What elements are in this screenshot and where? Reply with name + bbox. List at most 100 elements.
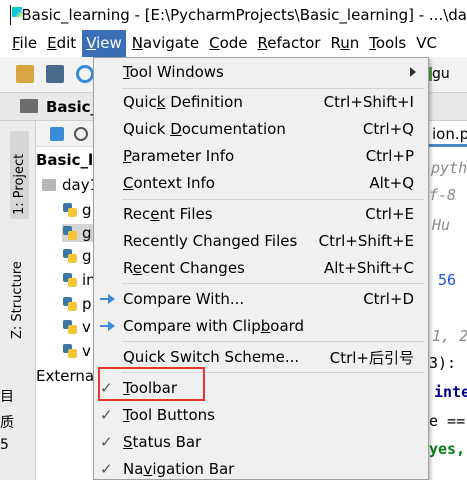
highlight-annotation-box bbox=[98, 367, 205, 401]
tree-file-label: g bbox=[82, 201, 92, 219]
menu-run[interactable]: Run bbox=[326, 30, 363, 57]
menu-label: dit bbox=[56, 34, 77, 52]
menu-item-context-info[interactable]: Context Info Alt+Q bbox=[94, 170, 428, 196]
python-file-icon bbox=[62, 343, 78, 359]
menu-item-label: Compare with Clipboard bbox=[123, 317, 305, 335]
menu-label-prefix: R bbox=[330, 34, 341, 52]
menu-item-label: Recent Files bbox=[123, 205, 213, 223]
menu-tools[interactable]: Tools bbox=[365, 30, 410, 57]
menu-label: ools bbox=[375, 34, 407, 52]
menu-item-quick-definition[interactable]: Quick Definition Ctrl+Shift+I bbox=[94, 89, 428, 115]
menu-item-tool-buttons[interactable]: ✓ Tool Buttons bbox=[94, 402, 428, 428]
menu-item-recent-files[interactable]: Recent Files Ctrl+E bbox=[94, 201, 428, 227]
run-config-label[interactable]: gu bbox=[432, 66, 450, 82]
tree-file-label: p bbox=[82, 295, 92, 313]
menu-item-shortcut: Ctrl+Q bbox=[362, 120, 414, 138]
menu-code[interactable]: Code bbox=[205, 30, 251, 57]
check-icon: ✓ bbox=[100, 460, 113, 478]
tree-file-label: v bbox=[82, 342, 91, 360]
tree-file[interactable]: g bbox=[62, 247, 92, 265]
code-line: yes, bbox=[429, 440, 466, 458]
title-bar: Basic_learning - [E:\PycharmProjects\Bas… bbox=[0, 0, 467, 30]
project-tree: Basic_le day1 g g g in p v v External bbox=[36, 121, 96, 480]
code-line: pytho bbox=[431, 159, 467, 177]
submenu-arrow-icon bbox=[410, 67, 416, 77]
save-icon[interactable] bbox=[46, 65, 64, 83]
code-line: f-8 bbox=[429, 186, 457, 204]
menu-item-label: Status Bar bbox=[123, 433, 202, 451]
code-line: 3): bbox=[429, 354, 457, 372]
menu-item-compare-with-clipboard[interactable]: Compare with Clipboard bbox=[94, 313, 428, 339]
folder-icon bbox=[42, 179, 56, 191]
python-file-icon bbox=[62, 319, 78, 335]
menu-item-shortcut: Ctrl+E bbox=[365, 205, 414, 223]
menu-file[interactable]: File bbox=[8, 30, 41, 57]
locate-icon[interactable] bbox=[74, 127, 88, 141]
menu-label: efactor bbox=[267, 34, 321, 52]
tree-file-label: v bbox=[82, 318, 91, 336]
menu-label: avigate bbox=[143, 34, 200, 52]
tree-file[interactable]: p bbox=[62, 295, 92, 313]
code-line: inte bbox=[434, 383, 467, 401]
menu-item-shortcut: Ctrl+后引号 bbox=[329, 348, 414, 367]
tree-file[interactable]: v bbox=[62, 342, 91, 360]
menu-item-shortcut: Alt+Shift+C bbox=[323, 259, 414, 277]
menu-item-tool-windows[interactable]: Tool Windows bbox=[94, 59, 428, 85]
menu-refactor[interactable]: Refactor bbox=[254, 30, 325, 57]
tree-root-label: Basic_le bbox=[36, 151, 96, 169]
tab-project[interactable]: 1: Project bbox=[10, 131, 29, 219]
editor-tab[interactable]: ion.py bbox=[426, 121, 467, 147]
menu-label: ile bbox=[19, 34, 38, 52]
check-icon: ✓ bbox=[100, 433, 113, 451]
menu-item-recent-changes[interactable]: Recent Changes Alt+Shift+C bbox=[94, 255, 428, 281]
menu-item-quick-documentation[interactable]: Quick Documentation Ctrl+Q bbox=[94, 116, 428, 142]
open-folder-icon[interactable] bbox=[16, 65, 34, 83]
menu-separator bbox=[122, 199, 424, 200]
tree-file[interactable]: g bbox=[62, 201, 92, 219]
menu-navigate[interactable]: Navigate bbox=[128, 30, 203, 57]
python-file-icon bbox=[62, 225, 78, 241]
compare-arrow-icon bbox=[100, 292, 118, 306]
project-folder-icon bbox=[20, 99, 38, 113]
menu-separator bbox=[122, 283, 424, 284]
menu-item-shortcut: Ctrl+P bbox=[365, 147, 414, 165]
menu-vcs[interactable]: VC bbox=[412, 30, 441, 57]
menu-item-status-bar[interactable]: ✓ Status Bar bbox=[94, 429, 428, 455]
pycharm-logo-icon bbox=[10, 5, 27, 25]
tree-file[interactable]: v bbox=[62, 318, 91, 336]
sync-icon[interactable] bbox=[76, 65, 94, 83]
tree-file-selected[interactable]: g bbox=[62, 224, 96, 242]
tree-root[interactable]: Basic_le bbox=[36, 151, 96, 169]
menu-item-label: Navigation Bar bbox=[123, 460, 235, 478]
tree-file-label: g bbox=[82, 224, 92, 242]
menu-item-recently-changed-files[interactable]: Recently Changed Files Ctrl+Shift+E bbox=[94, 228, 428, 254]
menu-mnemonic: T bbox=[369, 34, 376, 52]
code-line: Hu bbox=[432, 216, 451, 234]
compare-arrow-icon bbox=[100, 319, 118, 333]
tree-folder[interactable]: day1 bbox=[42, 176, 96, 194]
python-file-icon bbox=[62, 248, 78, 264]
menu-item-compare-with[interactable]: Compare With... Ctrl+D bbox=[94, 286, 428, 312]
tree-external-libraries[interactable]: External bbox=[36, 367, 96, 385]
breadcrumb-project[interactable]: Basic_ bbox=[46, 98, 98, 116]
tree-folder-label: day1 bbox=[62, 176, 96, 194]
collapse-icon[interactable] bbox=[50, 127, 64, 141]
menu-mnemonic: N bbox=[131, 34, 144, 52]
menu-item-label: Tool Buttons bbox=[123, 406, 215, 424]
menu-item-navigation-bar[interactable]: ✓ Navigation Bar bbox=[94, 456, 428, 480]
python-file-icon bbox=[62, 202, 78, 218]
menu-item-label: Quick Definition bbox=[123, 93, 243, 111]
menu-view[interactable]: View bbox=[82, 30, 126, 57]
tree-file[interactable]: in bbox=[62, 271, 96, 289]
tab-structure[interactable]: Z: Structure bbox=[10, 239, 25, 339]
menu-mnemonic: C bbox=[209, 34, 220, 52]
menu-item-label: Recently Changed Files bbox=[123, 232, 298, 250]
view-menu-dropdown: Tool Windows Quick Definition Ctrl+Shift… bbox=[93, 57, 429, 480]
menu-edit[interactable]: Edit bbox=[43, 30, 80, 57]
menu-item-parameter-info[interactable]: Parameter Info Ctrl+P bbox=[94, 143, 428, 169]
menu-bar: File Edit View Navigate Code Refactor Ru… bbox=[0, 30, 467, 57]
menu-mnemonic: R bbox=[257, 34, 268, 52]
tree-external-label: External bbox=[36, 367, 96, 385]
code-line: 1, 2, bbox=[432, 327, 467, 345]
code-line: 56 bbox=[438, 271, 457, 289]
